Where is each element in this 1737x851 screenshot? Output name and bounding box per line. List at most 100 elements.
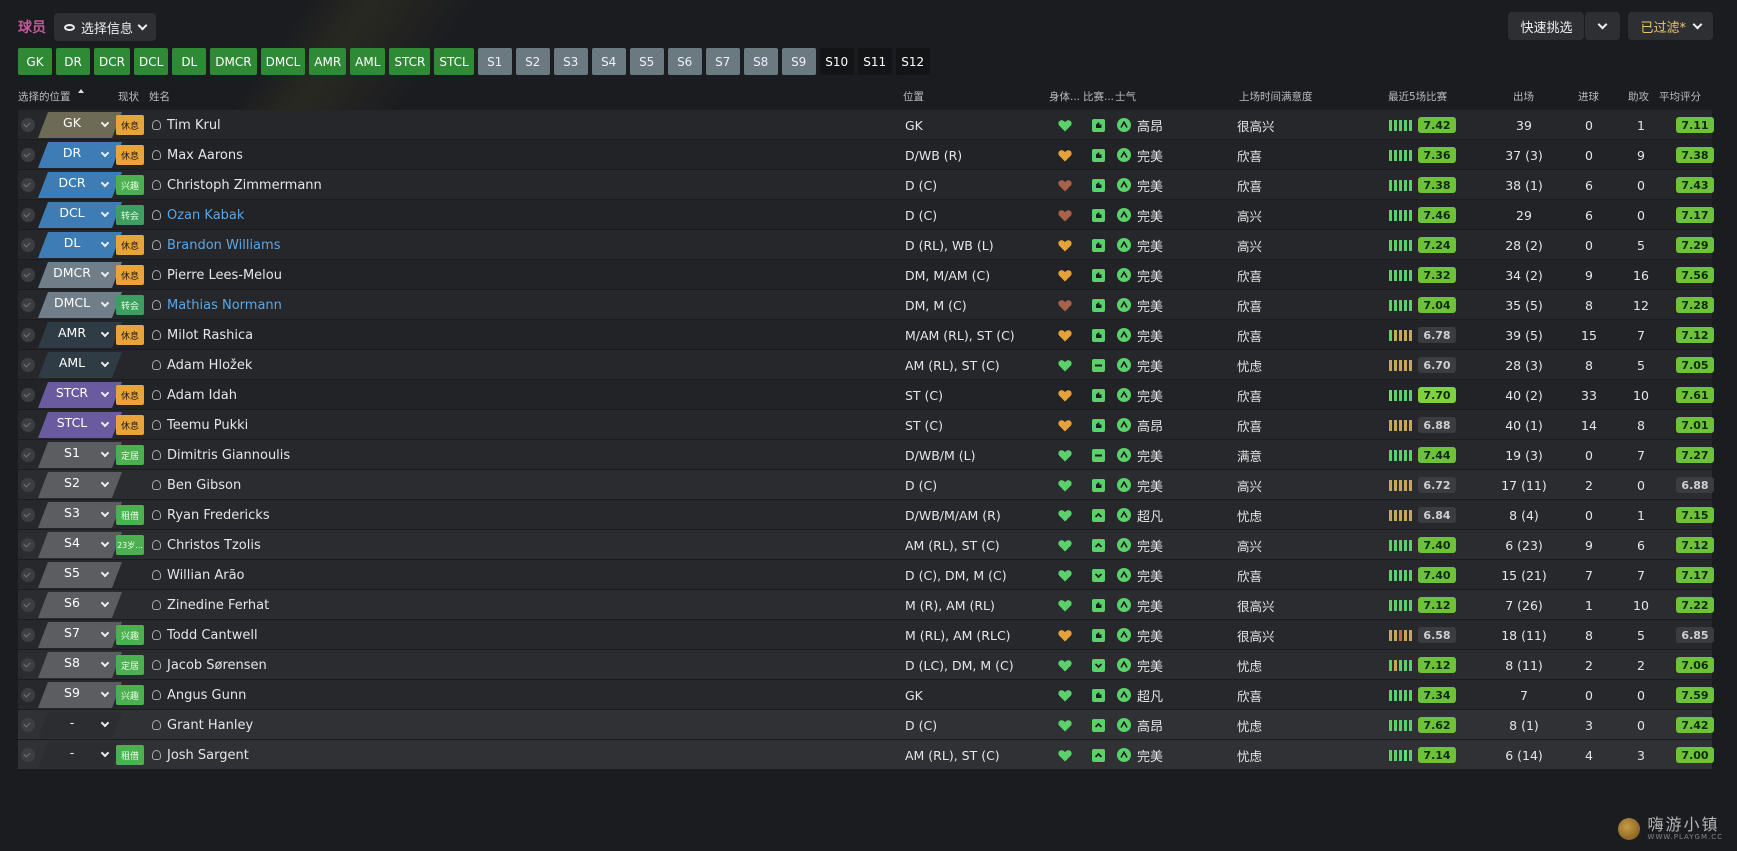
- table-row[interactable]: AMR 休息 Milot Rashica M/AM (RL), ST (C) 完…: [18, 320, 1714, 350]
- player-name-cell[interactable]: Adam Idah: [152, 380, 792, 410]
- player-name-cell[interactable]: Adam Hložek: [152, 350, 792, 380]
- position-dropdown[interactable]: S5: [38, 560, 124, 590]
- position-tag[interactable]: S6: [667, 48, 702, 75]
- col-condition[interactable]: 身体...: [1049, 89, 1080, 104]
- table-row[interactable]: S7 兴趣 Todd Cantwell M (RL), AM (RLC) 完美 …: [18, 620, 1714, 650]
- row-select-checkbox[interactable]: [18, 440, 38, 470]
- position-tag[interactable]: STCL: [434, 48, 474, 75]
- position-tag[interactable]: DMCL: [260, 48, 306, 75]
- position-tag[interactable]: DCR: [94, 48, 130, 75]
- player-name-cell[interactable]: Ozan Kabak: [152, 200, 792, 230]
- position-dropdown[interactable]: STCL: [38, 410, 124, 440]
- player-name[interactable]: Mathias Normann: [167, 298, 282, 313]
- position-tag[interactable]: S11: [857, 48, 892, 75]
- player-name[interactable]: Teemu Pukki: [167, 418, 248, 433]
- player-name[interactable]: Josh Sargent: [167, 748, 249, 763]
- position-dropdown[interactable]: DMCR: [38, 260, 124, 290]
- row-select-checkbox[interactable]: [18, 260, 38, 290]
- status-badge[interactable]: 定居: [116, 655, 144, 675]
- position-tag[interactable]: AMR: [309, 48, 347, 75]
- col-playing-time[interactable]: 上场时间满意度: [1239, 89, 1313, 104]
- position-dropdown[interactable]: DCL: [38, 200, 124, 230]
- player-name-cell[interactable]: Teemu Pukki: [152, 410, 792, 440]
- table-row[interactable]: STCL 休息 Teemu Pukki ST (C) 高昂 欣喜 6.88 40…: [18, 410, 1714, 440]
- position-dropdown[interactable]: S7: [38, 620, 124, 650]
- table-row[interactable]: DCL 转会 Ozan Kabak D (C) 完美 高兴 7.46 29 6 …: [18, 200, 1714, 230]
- col-name[interactable]: 姓名: [149, 89, 170, 104]
- status-badge[interactable]: 转会: [116, 205, 144, 225]
- row-select-checkbox[interactable]: [18, 620, 38, 650]
- col-position[interactable]: 位置: [903, 89, 924, 104]
- table-row[interactable]: DCR 兴趣 Christoph Zimmermann D (C) 完美 欣喜 …: [18, 170, 1714, 200]
- player-name[interactable]: Willian Arão: [167, 568, 245, 583]
- row-select-checkbox[interactable]: [18, 200, 38, 230]
- table-row[interactable]: DMCR 休息 Pierre Lees-Melou DM, M/AM (C) 完…: [18, 260, 1714, 290]
- table-row[interactable]: - Grant Hanley D (C) 高昂 忧虑 7.62 8 (1) 3 …: [18, 710, 1714, 740]
- player-name[interactable]: Max Aarons: [167, 148, 243, 163]
- position-dropdown[interactable]: S6: [38, 590, 124, 620]
- status-badge[interactable]: 转会: [116, 295, 144, 315]
- position-tag[interactable]: GK: [18, 48, 52, 75]
- position-dropdown[interactable]: S9: [38, 680, 124, 710]
- table-row[interactable]: S8 定居 Jacob Sørensen D (LC), DM, M (C) 完…: [18, 650, 1714, 680]
- row-select-checkbox[interactable]: [18, 410, 38, 440]
- position-tag[interactable]: DCL: [133, 48, 169, 75]
- player-name[interactable]: Milot Rashica: [167, 328, 253, 343]
- position-dropdown[interactable]: AMR: [38, 320, 124, 350]
- status-badge[interactable]: 休息: [116, 235, 144, 255]
- col-status[interactable]: 现状: [118, 89, 139, 104]
- row-select-checkbox[interactable]: [18, 710, 38, 740]
- table-row[interactable]: STCR 休息 Adam Idah ST (C) 完美 欣喜 7.70 40 (…: [18, 380, 1714, 410]
- position-tag[interactable]: S5: [629, 48, 664, 75]
- player-name[interactable]: Tim Krul: [167, 118, 221, 133]
- status-badge[interactable]: 休息: [116, 115, 144, 135]
- table-row[interactable]: S2 Ben Gibson D (C) 完美 高兴 6.72 17 (11) 2…: [18, 470, 1714, 500]
- row-select-checkbox[interactable]: [18, 230, 38, 260]
- status-badge[interactable]: 休息: [116, 415, 144, 435]
- player-name[interactable]: Grant Hanley: [167, 718, 253, 733]
- position-tag[interactable]: DR: [56, 48, 90, 75]
- row-select-checkbox[interactable]: [18, 290, 38, 320]
- position-dropdown[interactable]: GK: [38, 110, 124, 140]
- position-tag[interactable]: DMCR: [210, 48, 257, 75]
- table-row[interactable]: DL 休息 Brandon Williams D (RL), WB (L) 完美…: [18, 230, 1714, 260]
- row-select-checkbox[interactable]: [18, 380, 38, 410]
- col-morale[interactable]: 士气: [1115, 89, 1136, 104]
- table-row[interactable]: S1 定居 Dimitris Giannoulis D/WB/M (L) 完美 …: [18, 440, 1714, 470]
- position-tag[interactable]: S3: [553, 48, 588, 75]
- player-name-cell[interactable]: Milot Rashica: [152, 320, 792, 350]
- position-dropdown[interactable]: DCR: [38, 170, 124, 200]
- table-row[interactable]: S4 23岁... Christos Tzolis AM (RL), ST (C…: [18, 530, 1714, 560]
- position-tag[interactable]: S9: [781, 48, 816, 75]
- player-name-cell[interactable]: Josh Sargent: [152, 740, 792, 770]
- position-dropdown[interactable]: S2: [38, 470, 124, 500]
- player-name[interactable]: Christos Tzolis: [167, 538, 261, 553]
- position-dropdown[interactable]: S3: [38, 500, 124, 530]
- player-name[interactable]: Todd Cantwell: [167, 628, 258, 643]
- player-name[interactable]: Brandon Williams: [167, 238, 280, 253]
- status-badge[interactable]: 兴趣: [116, 175, 144, 195]
- row-select-checkbox[interactable]: [18, 470, 38, 500]
- player-name[interactable]: Adam Hložek: [167, 358, 252, 373]
- player-name[interactable]: Christoph Zimmermann: [167, 178, 322, 193]
- position-tag[interactable]: S2: [515, 48, 550, 75]
- row-select-checkbox[interactable]: [18, 350, 38, 380]
- player-name[interactable]: Angus Gunn: [167, 688, 246, 703]
- table-row[interactable]: DR 休息 Max Aarons D/WB (R) 完美 欣喜 7.36 37 …: [18, 140, 1714, 170]
- player-name-cell[interactable]: Brandon Williams: [152, 230, 792, 260]
- status-badge[interactable]: 兴趣: [116, 625, 144, 645]
- player-name-cell[interactable]: Ryan Fredericks: [152, 500, 792, 530]
- player-name-cell[interactable]: Willian Arão: [152, 560, 792, 590]
- status-badge[interactable]: 休息: [116, 145, 144, 165]
- position-tag[interactable]: S10: [819, 48, 854, 75]
- row-select-checkbox[interactable]: [18, 680, 38, 710]
- table-row[interactable]: GK 休息 Tim Krul GK 高昂 很高兴 7.42 39 0 1 7.1…: [18, 110, 1714, 140]
- position-dropdown[interactable]: S8: [38, 650, 124, 680]
- quick-pick-button[interactable]: 快速挑选: [1508, 12, 1585, 40]
- position-dropdown[interactable]: STCR: [38, 380, 124, 410]
- position-tag[interactable]: STCR: [389, 48, 431, 75]
- player-name-cell[interactable]: Christoph Zimmermann: [152, 170, 792, 200]
- status-badge[interactable]: 休息: [116, 385, 144, 405]
- player-name[interactable]: Dimitris Giannoulis: [167, 448, 290, 463]
- table-row[interactable]: S5 Willian Arão D (C), DM, M (C) 完美 欣喜 7…: [18, 560, 1714, 590]
